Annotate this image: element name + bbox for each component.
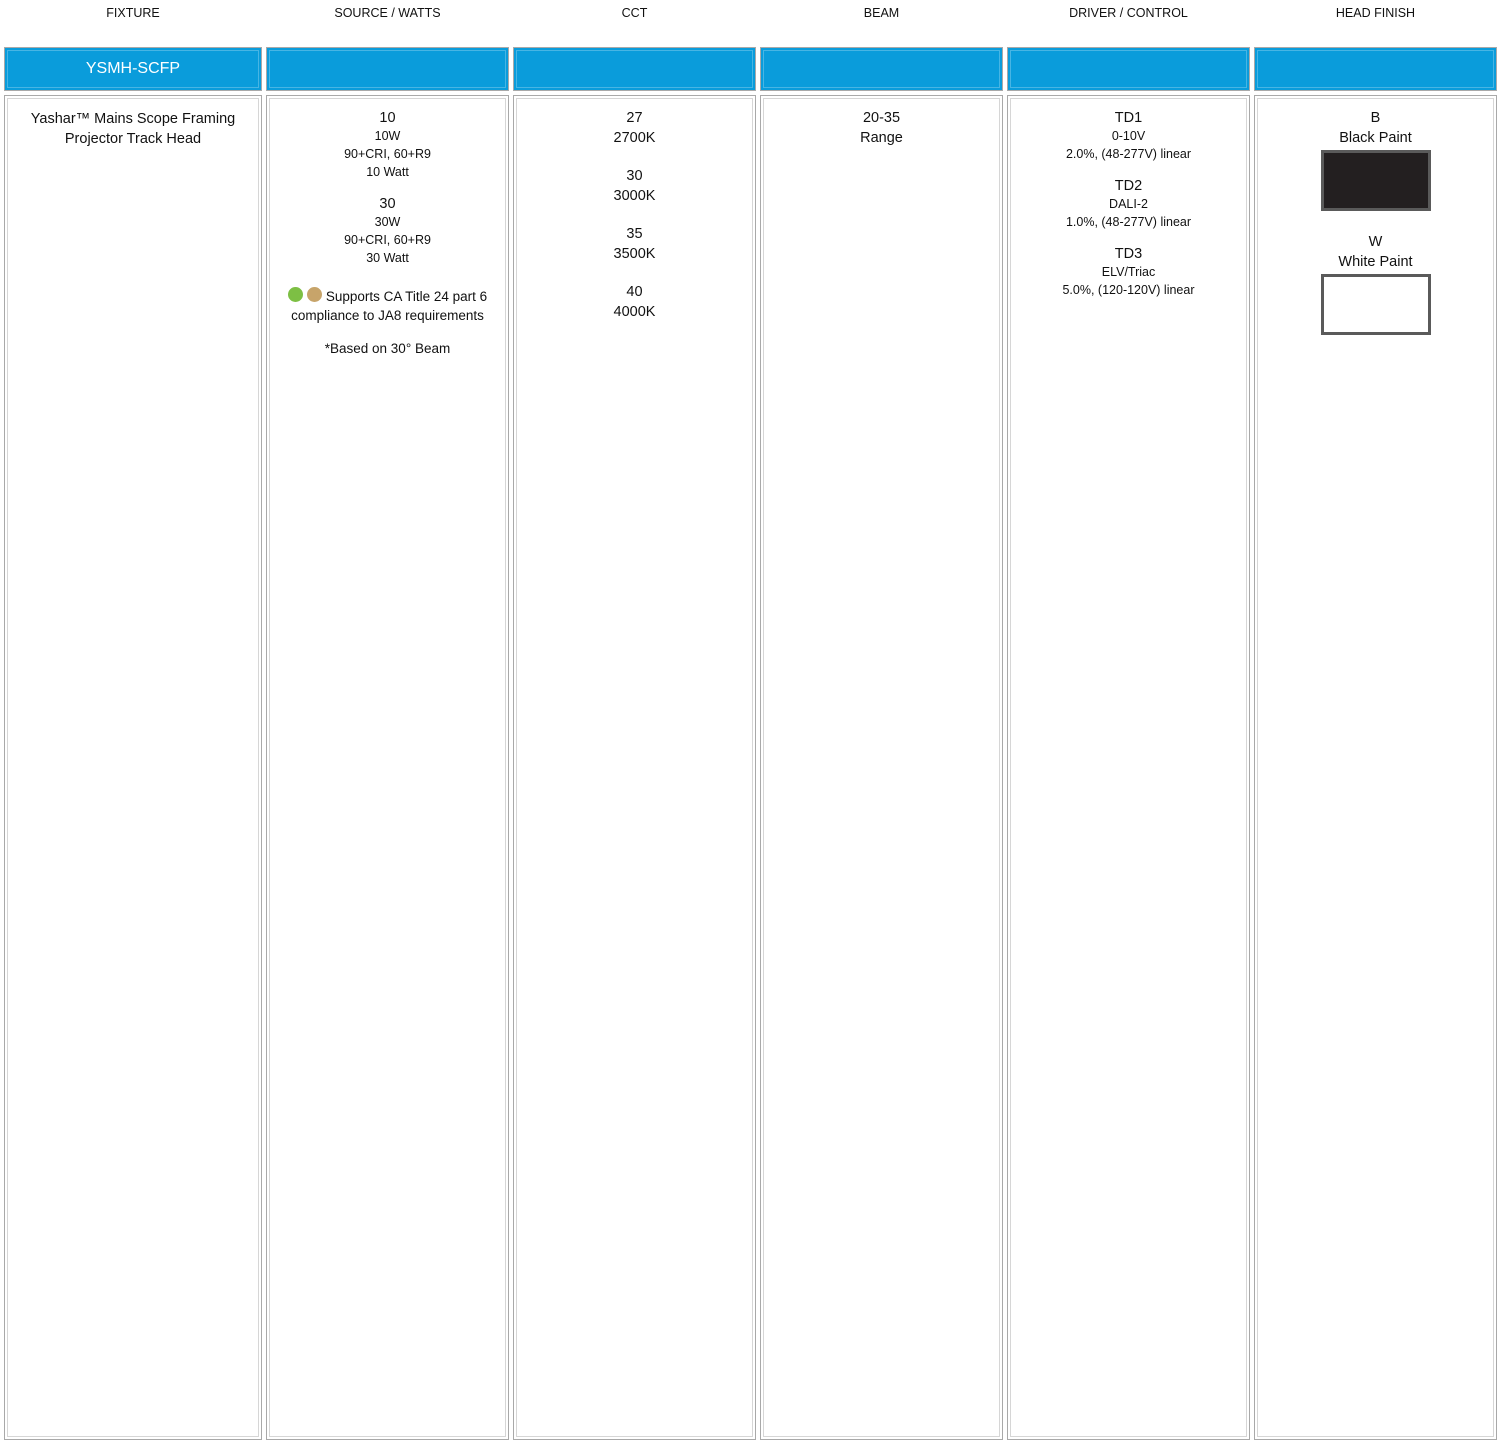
cct-label: 2700K xyxy=(613,130,656,146)
source-code: 30 xyxy=(379,196,396,212)
beam-label: Range xyxy=(860,130,903,146)
cct-bar xyxy=(513,47,756,91)
driver-code: TD2 xyxy=(1114,178,1143,194)
finish-code: B xyxy=(1370,110,1381,126)
fixture-cell: Yashar™ Mains Scope Framing Projector Tr… xyxy=(4,95,262,1440)
green-dot-icon xyxy=(287,287,303,302)
black-paint-swatch xyxy=(1320,150,1431,211)
driver-option-td3[interactable]: TD3 ELV/Triac 5.0%, (120-120V) linear xyxy=(1008,245,1249,299)
cct-label: 3000K xyxy=(613,188,656,204)
source-label: 30 Watt xyxy=(366,251,409,265)
cct-option-30[interactable]: 30 3000K xyxy=(514,167,755,207)
beam-option[interactable]: 20-35 Range xyxy=(761,109,1002,149)
source-bar xyxy=(266,47,509,91)
cct-label: 3500K xyxy=(613,246,656,262)
driver-code: TD1 xyxy=(1114,110,1143,126)
beam-cell: 20-35 Range xyxy=(760,95,1003,1440)
driver-type: DALI-2 xyxy=(1109,197,1148,211)
cct-code: 30 xyxy=(626,168,643,184)
source-watts: 30W xyxy=(374,215,401,229)
driver-option-td1[interactable]: TD1 0-10V 2.0%, (48-277V) linear xyxy=(1008,109,1249,163)
finish-option-w[interactable]: W White Paint xyxy=(1255,233,1496,335)
cct-code: 40 xyxy=(626,284,643,300)
driver-option-td2[interactable]: TD2 DALI-2 1.0%, (48-277V) linear xyxy=(1008,177,1249,231)
source-label: 10 Watt xyxy=(366,165,409,179)
driver-spec: 1.0%, (48-277V) linear xyxy=(1065,215,1192,229)
header-cct: CCT xyxy=(621,6,648,20)
source-option-30[interactable]: 30 30W 90+CRI, 60+R9 30 Watt xyxy=(267,195,508,267)
finish-code: W xyxy=(1368,234,1383,250)
header-finish: HEAD FINISH xyxy=(1335,6,1416,20)
beam-footnote: *Based on 30° Beam xyxy=(324,341,451,356)
driver-type: 0-10V xyxy=(1111,129,1146,143)
finish-cell: B Black Paint W White Paint xyxy=(1254,95,1497,1440)
compliance-note: Supports CA Title 24 part 6 compliance t… xyxy=(267,287,508,325)
header-beam: BEAM xyxy=(863,6,900,20)
fixture-description: Yashar™ Mains Scope Framing Projector Tr… xyxy=(30,111,236,147)
tan-dot-icon xyxy=(306,287,322,302)
finish-label: Black Paint xyxy=(1339,130,1412,146)
source-code: 10 xyxy=(379,110,396,126)
driver-spec: 5.0%, (120-120V) linear xyxy=(1062,283,1195,297)
cct-option-40[interactable]: 40 4000K xyxy=(514,283,755,323)
finish-option-b[interactable]: B Black Paint xyxy=(1255,109,1496,211)
cct-option-35[interactable]: 35 3500K xyxy=(514,225,755,265)
driver-cell: TD1 0-10V 2.0%, (48-277V) linear TD2 DAL… xyxy=(1007,95,1250,1440)
driver-type: ELV/Triac xyxy=(1101,265,1156,279)
source-cri: 90+CRI, 60+R9 xyxy=(344,233,431,247)
header-driver: DRIVER / CONTROL xyxy=(1069,6,1188,20)
source-cell: 10 10W 90+CRI, 60+R9 10 Watt 30 30W 90+C… xyxy=(266,95,509,1440)
driver-bar xyxy=(1007,47,1250,91)
driver-code: TD3 xyxy=(1114,246,1143,262)
cct-cell: 27 2700K 30 3000K 35 3500K 40 4000K xyxy=(513,95,756,1440)
source-watts: 10W xyxy=(374,129,401,143)
cct-code: 27 xyxy=(626,110,643,126)
beam-code: 20-35 xyxy=(862,110,901,126)
header-source: SOURCE / WATTS xyxy=(334,6,441,20)
finish-label: White Paint xyxy=(1338,254,1413,270)
source-option-10[interactable]: 10 10W 90+CRI, 60+R9 10 Watt xyxy=(267,109,508,181)
cct-code: 35 xyxy=(626,226,643,242)
driver-spec: 2.0%, (48-277V) linear xyxy=(1065,147,1192,161)
source-cri: 90+CRI, 60+R9 xyxy=(344,147,431,161)
white-paint-swatch xyxy=(1320,274,1431,335)
model-bar: YSMH-SCFP xyxy=(4,47,262,91)
finish-bar xyxy=(1254,47,1497,91)
cct-label: 4000K xyxy=(613,304,656,320)
header-fixture: FIXTURE xyxy=(106,6,160,20)
beam-bar xyxy=(760,47,1003,91)
cct-option-27[interactable]: 27 2700K xyxy=(514,109,755,149)
